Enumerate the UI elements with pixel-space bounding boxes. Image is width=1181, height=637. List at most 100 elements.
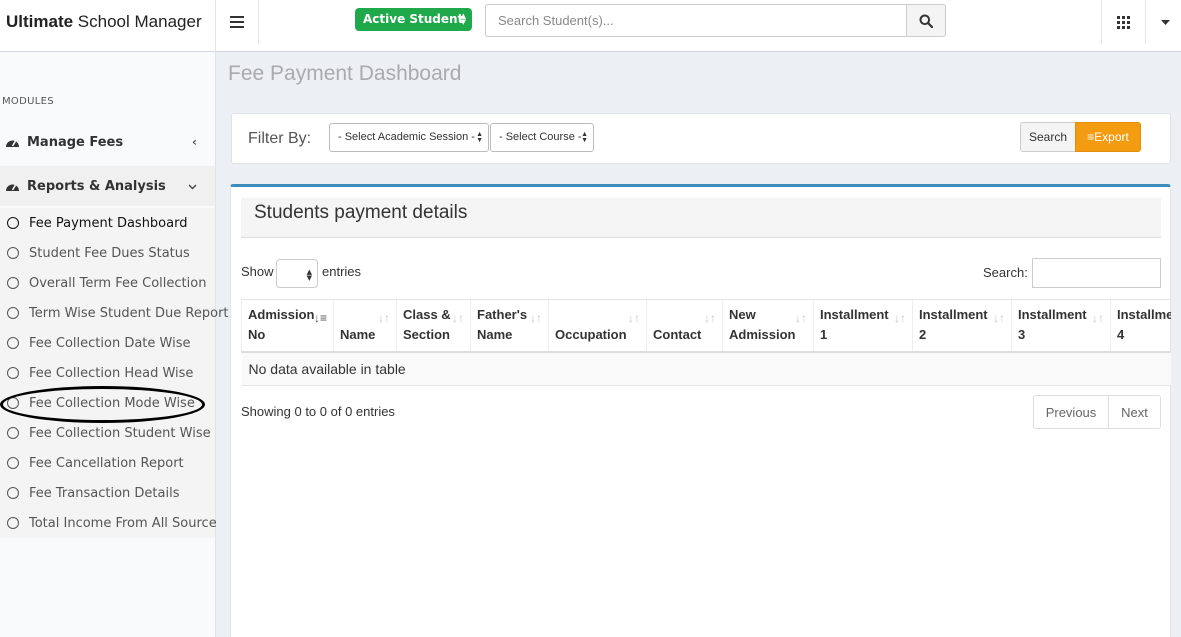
submenu-item-total-income-from-all-source[interactable]: Total Income From All Source <box>0 508 217 538</box>
column-header-installment-1[interactable]: Installment 1 ↓↑ <box>813 299 913 353</box>
submenu-item-label: Fee Payment Dashboard <box>29 215 188 231</box>
column-header-line1: Admission <box>248 307 315 323</box>
sort-icon: ↓↑ <box>704 311 716 325</box>
brand-name-rest: School Manager <box>73 12 202 31</box>
column-header-class-section[interactable]: Class & Section ↓↑ <box>396 299 471 353</box>
submenu-item-label: Fee Transaction Details <box>29 485 180 501</box>
filter-bar: Filter By: - Select Academic Session - ▲… <box>231 113 1171 164</box>
grid-icon <box>1117 15 1130 29</box>
column-header-line1: New <box>729 307 756 323</box>
submenu-item-term-wise-student-due-report[interactable]: Term Wise Student Due Report <box>0 298 229 328</box>
chevron-left-icon: ‹ <box>192 135 197 149</box>
column-header-line1: Class & <box>403 307 451 323</box>
submenu-item-label: Fee Cancellation Report <box>29 455 184 471</box>
select-arrows-icon: ▲ ▼ <box>476 131 483 144</box>
select-arrows-icon: ▲ ▼ <box>306 268 312 282</box>
table-search-label: Search: <box>983 265 1028 280</box>
circle-icon <box>7 487 19 499</box>
export-label: Export <box>1094 130 1129 144</box>
student-search-button[interactable] <box>906 4 946 37</box>
apps-menu-button[interactable] <box>1101 0 1146 44</box>
show-label: Show <box>241 264 274 279</box>
column-header-name[interactable]: Name ↓↑ <box>333 299 397 353</box>
academic-session-select[interactable]: - Select Academic Session - ▲ ▼ <box>329 123 489 152</box>
brand-logo[interactable]: Ultimate School Manager <box>0 0 216 52</box>
submenu-item-fee-payment-dashboard[interactable]: Fee Payment Dashboard <box>0 208 215 238</box>
sort-icon: ↓↑ <box>795 311 807 325</box>
column-header-line2: Admission <box>729 327 796 343</box>
submenu-item-fee-collection-head-wise[interactable]: Fee Collection Head Wise <box>0 358 215 388</box>
sidebar: MODULES Manage Fees ‹ Reports & Analysis… <box>0 52 229 637</box>
column-header-line1: Installment <box>1018 307 1087 323</box>
list-icon: ≡ <box>1087 130 1095 144</box>
submenu-item-fee-transaction-details[interactable]: Fee Transaction Details <box>0 478 215 508</box>
sort-icon: ↓↑ <box>1092 311 1104 325</box>
column-header-contact[interactable]: Contact ↓↑ <box>646 299 723 353</box>
column-header-fathers-name[interactable]: Father's Name ↓↑ <box>470 299 549 353</box>
sort-ascending-icon: ↓≡ <box>313 311 327 325</box>
sidebar-item-label: Manage Fees <box>27 134 124 150</box>
column-header-installment-3[interactable]: Installment 3 ↓↑ <box>1011 299 1111 353</box>
select-arrows-icon: ▲ ▼ <box>460 12 466 26</box>
export-button[interactable]: ≡ Export <box>1075 122 1141 152</box>
brand-name-bold: Ultimate <box>6 12 74 31</box>
reports-submenu: Fee Payment Dashboard Student Fee Dues S… <box>0 208 229 538</box>
sidebar-item-manage-fees[interactable]: Manage Fees ‹ <box>0 122 215 162</box>
sidebar-item-reports-analysis[interactable]: Reports & Analysis <box>0 166 215 206</box>
column-header-admission-no[interactable]: Admission No ↓≡ <box>241 299 334 353</box>
active-student-dropdown[interactable]: Active Student ▲ ▼ <box>355 8 472 31</box>
sidebar-item-label: Reports & Analysis <box>27 178 166 194</box>
submenu-item-fee-cancellation-report[interactable]: Fee Cancellation Report <box>0 448 215 478</box>
column-header-line2: 1 <box>820 327 828 343</box>
circle-icon <box>7 367 19 379</box>
filter-search-button[interactable]: Search <box>1020 122 1076 152</box>
column-header-new-admission[interactable]: New Admission ↓↑ <box>722 299 814 353</box>
table-row: No data available in table <box>241 351 1171 386</box>
submenu-item-label: Student Fee Dues Status <box>29 245 190 261</box>
column-header-line2: Name <box>477 327 513 343</box>
user-menu-caret[interactable] <box>1155 14 1175 30</box>
pagination: Previous Next <box>1033 395 1161 429</box>
circle-icon <box>7 337 19 349</box>
sort-icon: ↓↑ <box>628 311 640 325</box>
course-value: - Select Course - <box>499 131 582 143</box>
filter-label: Filter By: <box>248 130 312 147</box>
submenu-item-student-fee-dues-status[interactable]: Student Fee Dues Status <box>0 238 215 268</box>
circle-icon <box>7 217 19 229</box>
column-header-line2: Name <box>340 327 376 343</box>
submenu-item-label: Total Income From All Source <box>29 515 217 531</box>
column-header-line2: 3 <box>1018 327 1026 343</box>
sort-icon: ↓↑ <box>894 311 906 325</box>
circle-icon <box>7 427 19 439</box>
academic-session-value: - Select Academic Session - <box>338 131 475 143</box>
column-header-line2: 4 <box>1117 327 1125 343</box>
chevron-down-icon <box>188 179 197 193</box>
sidebar-toggle-button[interactable] <box>216 0 259 44</box>
submenu-item-label: Overall Term Fee Collection <box>29 275 207 291</box>
payments-table: Admission No ↓≡ Name ↓↑ Class & Section ↓↑ Fa… <box>241 299 1171 386</box>
circle-icon <box>7 307 19 319</box>
table-header-row: Admission No ↓≡ Name ↓↑ Class & Section ↓↑ Fa… <box>241 299 1171 353</box>
column-header-installment-4[interactable]: Installment4↓↑ <box>1110 299 1171 353</box>
entries-label: entries <box>322 264 362 279</box>
submenu-item-fee-collection-date-wise[interactable]: Fee Collection Date Wise <box>0 328 215 358</box>
panel-title: Students payment details <box>241 198 1161 238</box>
sort-icon: ↓↑ <box>452 311 464 325</box>
column-header-occupation[interactable]: Occupation ↓↑ <box>548 299 647 353</box>
column-header-line2: 2 <box>919 327 927 343</box>
previous-page-button[interactable]: Previous <box>1033 395 1109 429</box>
column-header-line1: Installment <box>1117 307 1171 323</box>
submenu-item-label: Term Wise Student Due Report <box>29 305 229 321</box>
column-header-installment-2[interactable]: Installment 2 ↓↑ <box>912 299 1012 353</box>
dashboard-icon <box>5 180 21 192</box>
student-search-input[interactable] <box>485 4 907 37</box>
entries-per-page-select[interactable]: ▲ ▼ <box>276 259 318 288</box>
active-student-label: Active Student <box>363 12 464 26</box>
column-header-line2: Occupation <box>555 327 627 343</box>
table-info-text: Showing 0 to 0 of 0 entries <box>241 404 395 419</box>
next-page-button[interactable]: Next <box>1109 395 1161 429</box>
table-search-input[interactable] <box>1032 258 1161 288</box>
submenu-item-overall-term-fee-collection[interactable]: Overall Term Fee Collection <box>0 268 215 298</box>
submenu-item-label: Fee Collection Student Wise <box>29 425 211 441</box>
course-select[interactable]: - Select Course - ▲ ▼ <box>490 123 594 152</box>
